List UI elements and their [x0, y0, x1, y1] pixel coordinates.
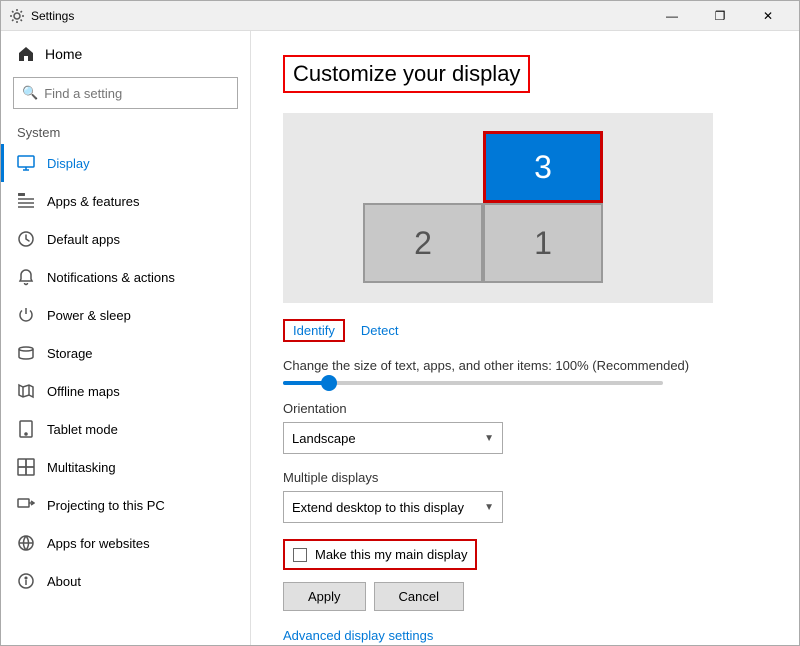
- main-content: Customize your display 2 1 3 Identify De…: [251, 31, 799, 645]
- sidebar-label-display: Display: [47, 156, 90, 171]
- multiple-displays-value: Extend desktop to this display: [292, 500, 464, 515]
- identify-button[interactable]: Identify: [283, 319, 345, 342]
- main-display-checkbox[interactable]: [293, 548, 307, 562]
- page-title: Customize your display: [283, 55, 530, 93]
- multitasking-icon: [17, 458, 35, 476]
- action-buttons-row: Apply Cancel: [283, 582, 767, 611]
- sidebar-item-projecting[interactable]: Projecting to this PC: [1, 486, 250, 524]
- orientation-label: Orientation: [283, 401, 767, 416]
- main-display-checkbox-row[interactable]: Make this my main display: [283, 539, 477, 570]
- sidebar-item-multitasking[interactable]: Multitasking: [1, 448, 250, 486]
- sidebar-item-about[interactable]: About: [1, 562, 250, 600]
- sidebar-label-multitasking: Multitasking: [47, 460, 116, 475]
- sidebar-label-tablet: Tablet mode: [47, 422, 118, 437]
- sidebar-label-projecting: Projecting to this PC: [47, 498, 165, 513]
- sidebar-label-apps-features: Apps & features: [47, 194, 140, 209]
- home-icon: [17, 45, 35, 63]
- sidebar-item-power[interactable]: Power & sleep: [1, 296, 250, 334]
- search-box[interactable]: 🔍: [13, 77, 238, 109]
- display-icon: [17, 154, 35, 172]
- display-preview: 2 1 3: [283, 113, 713, 303]
- search-icon: 🔍: [22, 85, 38, 101]
- orientation-container: Orientation Landscape ▼: [283, 401, 767, 454]
- about-icon: [17, 572, 35, 590]
- sidebar-label-apps-websites: Apps for websites: [47, 536, 150, 551]
- sidebar-label-power: Power & sleep: [47, 308, 131, 323]
- storage-icon: [17, 344, 35, 362]
- maps-icon: [17, 382, 35, 400]
- sidebar-label-notifications: Notifications & actions: [47, 270, 175, 285]
- cancel-button[interactable]: Cancel: [374, 582, 464, 611]
- identify-detect-row: Identify Detect: [283, 319, 767, 342]
- apply-button[interactable]: Apply: [283, 582, 366, 611]
- sidebar-label-offline-maps: Offline maps: [47, 384, 120, 399]
- scale-slider-track: [283, 381, 663, 385]
- minimize-button[interactable]: —: [649, 1, 695, 31]
- sidebar-item-default-apps[interactable]: Default apps: [1, 220, 250, 258]
- settings-window-icon: [9, 8, 25, 24]
- orientation-dropdown-arrow: ▼: [484, 433, 494, 444]
- monitor-2[interactable]: 2: [363, 203, 483, 283]
- close-button[interactable]: ✕: [745, 1, 791, 31]
- monitor-3[interactable]: 3: [483, 131, 603, 203]
- window-title: Settings: [31, 9, 649, 23]
- apps-features-icon: [17, 192, 35, 210]
- sidebar-item-display[interactable]: Display: [1, 144, 250, 182]
- content-area: Home 🔍 System Display: [1, 31, 799, 645]
- multiple-displays-container: Multiple displays Extend desktop to this…: [283, 470, 767, 523]
- sidebar-item-home[interactable]: Home: [1, 35, 250, 73]
- orientation-dropdown[interactable]: Landscape ▼: [283, 422, 503, 454]
- sidebar-item-storage[interactable]: Storage: [1, 334, 250, 372]
- search-input[interactable]: [44, 86, 229, 101]
- monitor-1[interactable]: 1: [483, 203, 603, 283]
- sidebar-item-apps-websites[interactable]: Apps for websites: [1, 524, 250, 562]
- sidebar-label-storage: Storage: [47, 346, 93, 361]
- default-apps-icon: [17, 230, 35, 248]
- home-label: Home: [45, 46, 82, 62]
- orientation-value: Landscape: [292, 431, 356, 446]
- multiple-displays-dropdown-arrow: ▼: [484, 502, 494, 513]
- system-section-title: System: [1, 117, 250, 144]
- advanced-display-link[interactable]: Advanced display settings: [283, 628, 433, 643]
- sidebar-label-about: About: [47, 574, 81, 589]
- main-display-checkbox-label: Make this my main display: [315, 547, 467, 562]
- detect-button[interactable]: Detect: [361, 323, 399, 338]
- sidebar: Home 🔍 System Display: [1, 31, 251, 645]
- sidebar-item-tablet[interactable]: Tablet mode: [1, 410, 250, 448]
- notifications-icon: [17, 268, 35, 286]
- multiple-displays-label: Multiple displays: [283, 470, 767, 485]
- sidebar-item-apps-features[interactable]: Apps & features: [1, 182, 250, 220]
- title-bar: Settings — ❐ ✕: [1, 1, 799, 31]
- sidebar-item-offline-maps[interactable]: Offline maps: [1, 372, 250, 410]
- scale-slider-thumb[interactable]: [321, 375, 337, 391]
- multiple-displays-dropdown[interactable]: Extend desktop to this display ▼: [283, 491, 503, 523]
- sidebar-label-default-apps: Default apps: [47, 232, 120, 247]
- scale-label: Change the size of text, apps, and other…: [283, 358, 767, 373]
- power-icon: [17, 306, 35, 324]
- apps-websites-icon: [17, 534, 35, 552]
- sidebar-item-notifications[interactable]: Notifications & actions: [1, 258, 250, 296]
- maximize-button[interactable]: ❐: [697, 1, 743, 31]
- tablet-icon: [17, 420, 35, 438]
- window: Settings — ❐ ✕ Home 🔍 System: [0, 0, 800, 646]
- projecting-icon: [17, 496, 35, 514]
- title-bar-controls: — ❐ ✕: [649, 1, 791, 31]
- scale-slider-container: Change the size of text, apps, and other…: [283, 358, 767, 385]
